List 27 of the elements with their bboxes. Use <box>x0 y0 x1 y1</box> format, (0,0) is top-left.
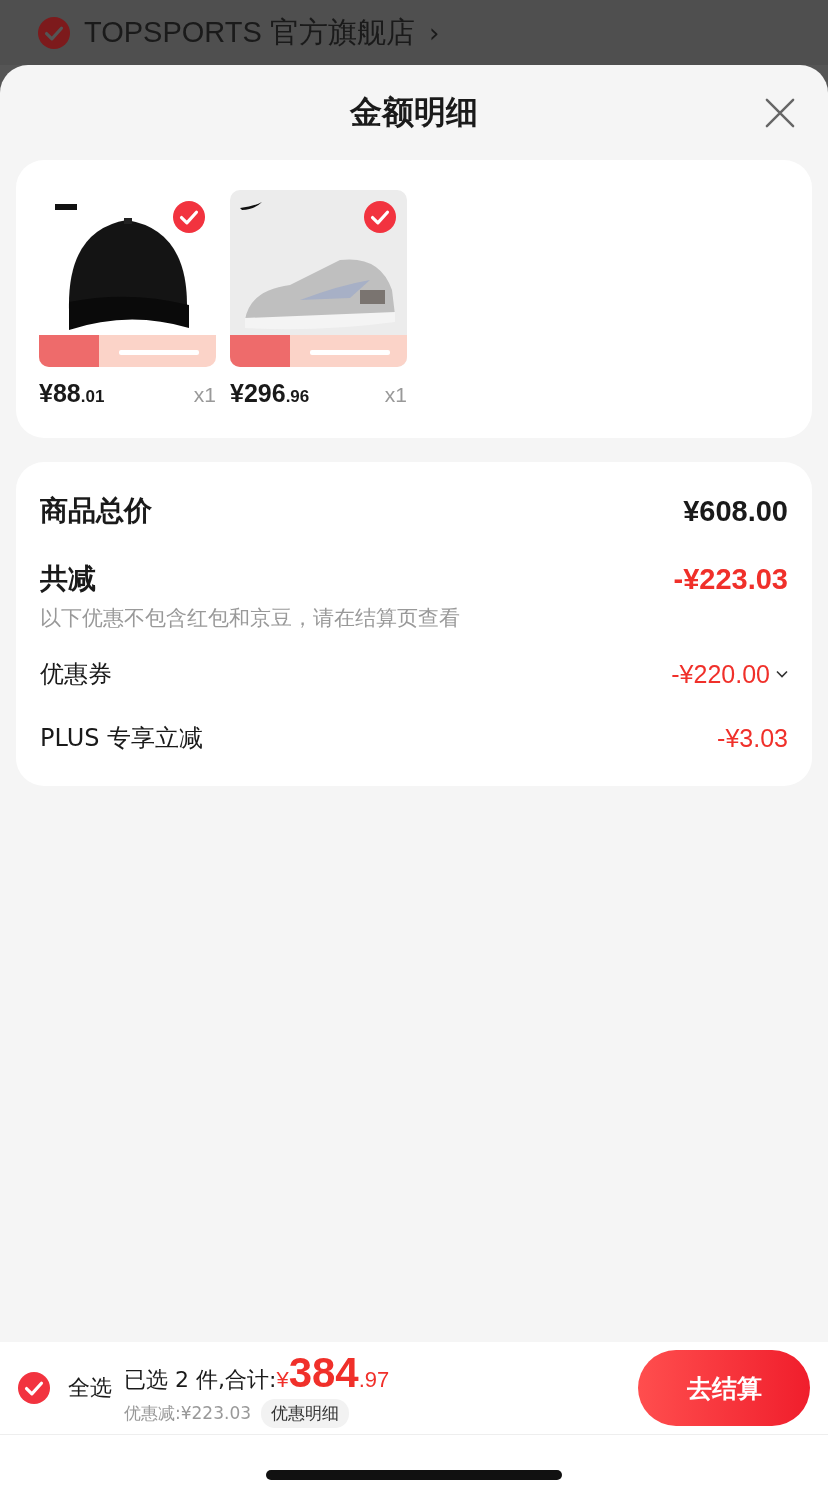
discount-total: 优惠减:¥223.03 <box>124 1401 252 1425</box>
discount-note: 以下优惠不包含红包和京豆，请在结算页查看 <box>40 605 461 632</box>
discount-detail-button[interactable]: 优惠明细 <box>261 1398 350 1428</box>
discount-label: 共减 <box>40 561 96 597</box>
discount-amount: -¥223.03 <box>673 562 788 596</box>
checked-checkbox-icon[interactable] <box>38 16 70 49</box>
checked-checkbox-icon[interactable] <box>18 1372 50 1404</box>
total-amount: ¥608.00 <box>683 494 788 528</box>
total-label: 商品总价 <box>40 493 152 529</box>
checkout-button[interactable]: 去结算 <box>638 1350 810 1426</box>
select-all-label[interactable]: 全选 <box>68 1373 112 1403</box>
sheet-title: 金额明细 <box>350 91 478 133</box>
product-price: ¥296.96 <box>230 379 310 408</box>
checked-checkbox-icon[interactable] <box>173 201 205 233</box>
caret-icon[interactable] <box>776 670 788 678</box>
discount-item-label: PLUS 专享立减 <box>40 723 204 754</box>
discount-item-label: 优惠券 <box>40 659 112 690</box>
checked-checkbox-icon[interactable] <box>364 201 396 233</box>
discount-item-amount: -¥3.03 <box>717 723 788 753</box>
selected-count: 已选 2 件,合计: <box>124 1365 277 1394</box>
product-price: ¥88.01 <box>39 379 105 408</box>
quantity: x1 <box>384 383 407 407</box>
close-icon[interactable] <box>765 98 795 128</box>
chevron-icon[interactable]: › <box>428 17 440 48</box>
discount-item-amount: -¥220.00 <box>671 659 770 689</box>
quantity: x1 <box>193 383 216 407</box>
total-price: ¥384.97 <box>276 1348 390 1397</box>
